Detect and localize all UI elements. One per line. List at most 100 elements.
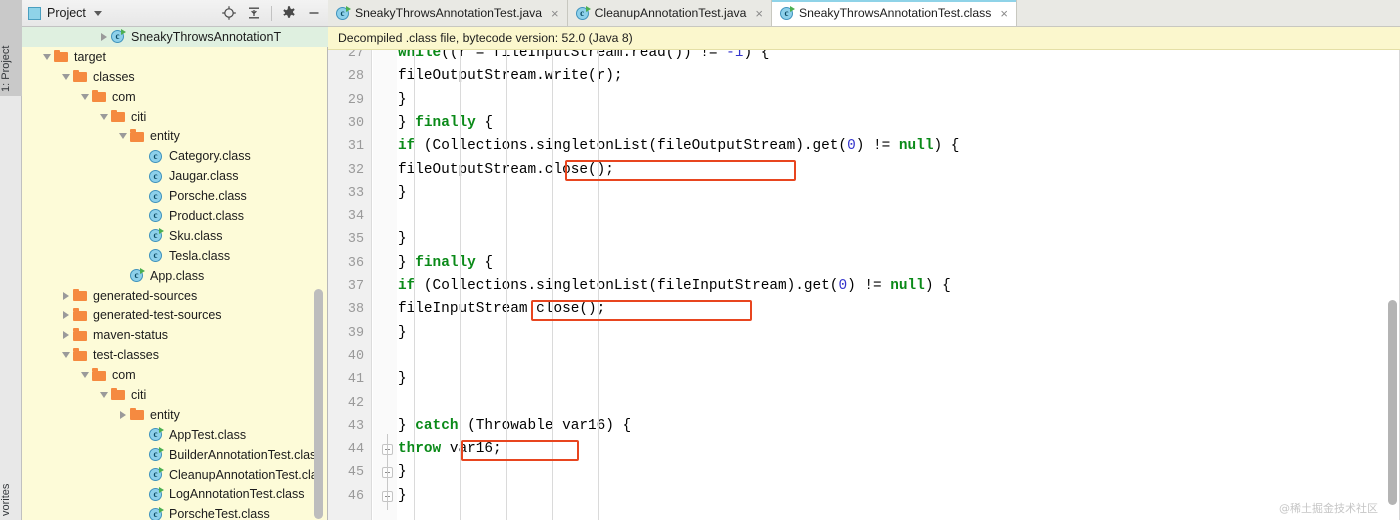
project-scrollbar-track[interactable] [314, 27, 325, 520]
code-number: 0 [847, 138, 856, 155]
chevron-down-icon [93, 10, 102, 16]
code-content[interactable]: 27 while((r = fileInputStream.read()) !=… [328, 50, 1400, 520]
code-line[interactable]: if (Collections.singletonList(fileOutput… [398, 135, 959, 158]
tree-item[interactable]: c SneakyThrowsAnnotationT [22, 27, 328, 47]
project-tree[interactable]: c SneakyThrowsAnnotationT target classes com… [22, 27, 328, 520]
tree-item[interactable]: c Product.class [22, 206, 328, 226]
tree-item[interactable]: c AppTest.class [22, 425, 328, 445]
code-keyword: finally [415, 114, 476, 131]
folder-icon [91, 366, 108, 385]
code-text: } [398, 231, 407, 248]
code-keyword: null [890, 278, 925, 294]
code-line[interactable]: fileOutputStream.write(r); [398, 65, 623, 88]
tree-item-label: Sku.class [169, 228, 223, 243]
chevron-down-icon[interactable] [60, 67, 72, 86]
tree-item[interactable]: c App.class [22, 266, 328, 286]
code-line[interactable]: fileInputStream.close(); [398, 298, 605, 321]
tree-item[interactable]: c CleanupAnnotationTest.cla [22, 465, 328, 485]
editor-tab[interactable]: c SneakyThrowsAnnotationTest.java × [328, 0, 568, 26]
project-toolbar: Project [22, 0, 328, 27]
chevron-down-icon[interactable] [79, 366, 91, 385]
tree-item[interactable]: c Porsche.class [22, 186, 328, 206]
tree-item[interactable]: test-classes [22, 345, 328, 365]
chevron-right-icon[interactable] [60, 326, 72, 345]
tree-item[interactable]: c Jaugar.class [22, 166, 328, 186]
code-line[interactable]: } [398, 228, 407, 251]
code-text: ) { [743, 50, 770, 61]
tool-window-tab-project[interactable]: 1: Project [0, 0, 22, 96]
project-scrollbar-thumb[interactable] [314, 289, 323, 519]
locate-icon[interactable] [221, 5, 237, 21]
chevron-down-icon[interactable] [41, 47, 53, 66]
code-viewport[interactable]: 27 while((r = fileInputStream.read()) !=… [328, 50, 1400, 520]
chevron-right-icon[interactable] [60, 286, 72, 305]
folder-glyph [73, 288, 87, 302]
chevron-down-icon[interactable] [98, 107, 110, 126]
tree-item-label: CleanupAnnotationTest.cla [169, 467, 318, 482]
code-line[interactable]: } [398, 485, 407, 508]
folder-glyph [73, 328, 87, 341]
tree-arrow-spacer [136, 505, 148, 520]
tree-item[interactable]: com [22, 87, 328, 107]
chevron-right-icon[interactable] [98, 27, 110, 46]
chevron-down-icon[interactable] [60, 346, 72, 365]
editor-tab[interactable]: c SneakyThrowsAnnotationTest.class × [771, 0, 1017, 26]
tree-item[interactable]: entity [22, 405, 328, 425]
collapse-all-icon[interactable] [246, 5, 262, 21]
java-class-icon: c [148, 246, 165, 265]
tree-item[interactable]: citi [22, 107, 328, 127]
code-line[interactable]: while((r = fileInputStream.read()) != -1… [398, 50, 769, 65]
project-view-selector[interactable]: Project [28, 6, 102, 20]
tree-item[interactable]: classes [22, 67, 328, 87]
tree-item[interactable]: citi [22, 385, 328, 405]
gear-icon[interactable] [281, 5, 297, 21]
code-text: ) != [855, 138, 899, 155]
project-tool-window: Project c SneakyThrowsAnnotationT target… [22, 0, 328, 520]
minimize-icon[interactable] [306, 5, 322, 21]
code-text: (Throwable var16) { [458, 417, 632, 434]
close-icon[interactable]: × [755, 7, 763, 20]
tree-item[interactable]: c LogAnnotationTest.class [22, 484, 328, 504]
code-line[interactable]: } finally { [398, 252, 493, 275]
tree-item[interactable]: c PorscheTest.class [22, 504, 328, 520]
tree-item[interactable]: entity [22, 126, 328, 146]
editor-tab[interactable]: c CleanupAnnotationTest.java × [568, 0, 772, 26]
code-line[interactable]: } catch (Throwable var16) { [398, 415, 631, 438]
code-line[interactable]: } [398, 461, 407, 484]
tree-item[interactable]: generated-sources [22, 286, 328, 306]
java-class-run-icon: c [148, 505, 165, 520]
tool-window-tab-favorites[interactable]: vorites [0, 442, 22, 520]
java-class-glyph: c [336, 5, 351, 20]
tree-item[interactable]: c Sku.class [22, 226, 328, 246]
code-line[interactable]: } [398, 182, 407, 205]
folder-glyph [73, 308, 87, 321]
tree-item-label: com [112, 89, 136, 104]
code-line[interactable]: } finally { [398, 112, 493, 135]
tree-item[interactable]: com [22, 365, 328, 385]
tree-arrow-spacer [136, 246, 148, 265]
java-class-run-icon: c [148, 465, 165, 484]
java-class-run-icon: c [335, 5, 351, 21]
chevron-down-icon[interactable] [79, 87, 91, 106]
close-icon[interactable]: × [1000, 7, 1008, 20]
code-text: ) { [933, 138, 960, 155]
folder-glyph [130, 129, 144, 142]
code-line[interactable]: } [398, 89, 407, 112]
tree-item[interactable]: target [22, 47, 328, 67]
java-class-icon: c [148, 147, 165, 166]
close-icon[interactable]: × [551, 7, 559, 20]
chevron-down-icon[interactable] [98, 385, 110, 404]
code-line[interactable]: if (Collections.singletonList(fileInputS… [398, 275, 951, 298]
chevron-right-icon[interactable] [117, 405, 129, 424]
tree-item[interactable]: c BuilderAnnotationTest.class [22, 445, 328, 465]
editor-scrollbar-thumb[interactable] [1388, 300, 1397, 505]
tree-item[interactable]: generated-test-sources [22, 305, 328, 325]
tree-item[interactable]: c Category.class [22, 146, 328, 166]
code-line[interactable]: } [398, 368, 407, 391]
code-line[interactable]: } [398, 322, 407, 345]
chevron-down-icon[interactable] [117, 127, 129, 146]
tree-item[interactable]: maven-status [22, 325, 328, 345]
chevron-right-icon[interactable] [60, 306, 72, 325]
java-class-run-icon: c [575, 5, 591, 21]
tree-item[interactable]: c Tesla.class [22, 246, 328, 266]
